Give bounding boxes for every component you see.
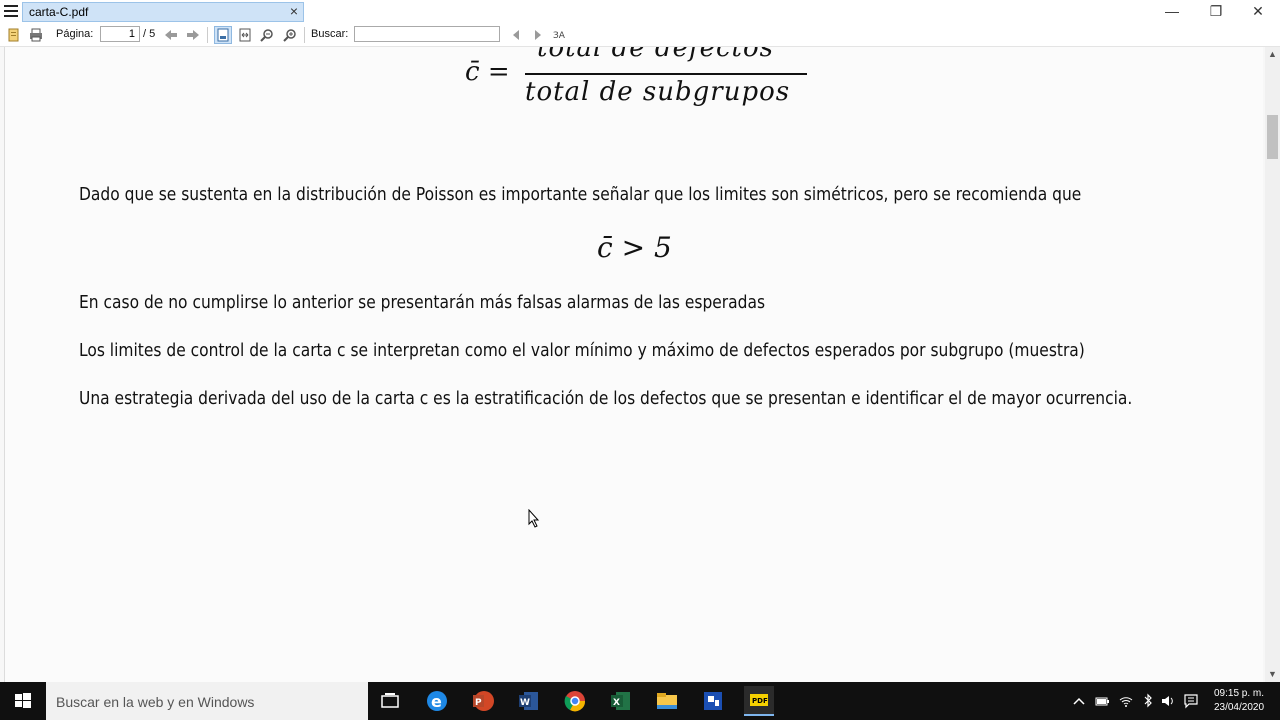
clock-date: 23/04/2020: [1213, 702, 1265, 713]
powerpoint-icon[interactable]: P: [468, 686, 498, 716]
document-icon[interactable]: [6, 27, 22, 43]
svg-text:e: e: [431, 692, 442, 711]
scroll-thumb[interactable]: [1267, 115, 1278, 159]
print-icon[interactable]: [28, 27, 44, 43]
pdf-reader-icon[interactable]: PDF: [744, 686, 774, 716]
svg-text:X: X: [613, 698, 620, 708]
excel-icon[interactable]: X: [606, 686, 636, 716]
fit-width-icon[interactable]: [237, 27, 253, 43]
document-tab[interactable]: carta-C.pdf ×: [22, 2, 304, 22]
page-total: / 5: [143, 28, 156, 40]
minimize-button[interactable]: —: [1150, 0, 1194, 22]
paragraph-strategy: Una estrategia derivada del uso de la ca…: [79, 388, 1133, 409]
system-clock[interactable]: 09:15 p. m. 23/04/2020: [1202, 687, 1276, 715]
search-label: Buscar:: [311, 28, 349, 40]
notification-icon[interactable]: [1183, 693, 1199, 709]
file-explorer-icon[interactable]: [652, 686, 682, 716]
vertical-scrollbar[interactable]: ▲ ▼: [1265, 47, 1280, 682]
svg-text:W: W: [520, 698, 530, 708]
clock-time: 09:15 p. m.: [1213, 688, 1265, 699]
wifi-icon[interactable]: [1118, 693, 1134, 709]
show-hidden-icon[interactable]: [1071, 693, 1087, 709]
svg-text:PDF: PDF: [752, 697, 768, 705]
paragraph-poisson: Dado que se sustenta en la distribución …: [79, 184, 1082, 205]
scroll-down-icon[interactable]: ▼: [1265, 667, 1280, 681]
scroll-up-icon[interactable]: ▲: [1265, 47, 1280, 61]
search-prev-icon[interactable]: [508, 27, 524, 43]
formula-lhs: c̄ =: [465, 57, 510, 87]
page-label: Página:: [56, 28, 94, 40]
tab-close-button[interactable]: ×: [290, 3, 298, 19]
next-page-icon[interactable]: [185, 27, 201, 43]
zoom-out-icon[interactable]: [259, 27, 275, 43]
fraction-bar: [525, 73, 807, 75]
search-next-icon[interactable]: [530, 27, 546, 43]
app-icon[interactable]: [698, 686, 728, 716]
svg-text:P: P: [475, 698, 482, 708]
formula-numerator: total de defectos: [537, 47, 774, 63]
volume-icon[interactable]: [1160, 693, 1176, 709]
word-icon[interactable]: W: [514, 686, 544, 716]
windows-start-icon[interactable]: [0, 682, 46, 720]
zoom-in-icon[interactable]: [282, 27, 298, 43]
text-options-icon[interactable]: ЗA: [552, 27, 568, 43]
previous-page-icon[interactable]: [163, 27, 179, 43]
edge-icon[interactable]: e: [422, 686, 452, 716]
fit-page-icon[interactable]: [214, 26, 232, 44]
document-viewer[interactable]: c̄ = total de defectos total de subgrupo…: [0, 47, 1265, 682]
svg-text:ЗA: ЗA: [553, 31, 566, 41]
close-button[interactable]: ✕: [1236, 0, 1280, 22]
taskbar-search-placeholder: Buscar en la web y en Windows: [56, 694, 255, 710]
page-number-input[interactable]: [100, 26, 140, 42]
pdf-page: c̄ = total de defectos total de subgrupo…: [4, 47, 1263, 682]
title-bar: carta-C.pdf × — ❐ ✕: [0, 0, 1280, 24]
paragraph-control-limits: Los limites de control de la carta c se …: [79, 340, 1085, 361]
tab-title: carta-C.pdf: [29, 5, 89, 19]
paragraph-false-alarms: En caso de no cumplirse lo anterior se p…: [79, 292, 766, 313]
mouse-cursor-icon: [528, 508, 540, 534]
taskbar-search-box[interactable]: Buscar en la web y en Windows: [46, 682, 368, 720]
bluetooth-icon[interactable]: [1140, 693, 1156, 709]
chrome-icon[interactable]: [560, 686, 590, 716]
task-view-icon[interactable]: [375, 686, 405, 716]
battery-icon[interactable]: [1094, 693, 1110, 709]
menu-icon[interactable]: [4, 5, 18, 19]
search-input[interactable]: [354, 26, 500, 42]
inequality-formula: c̄ > 5: [597, 231, 672, 264]
maximize-button[interactable]: ❐: [1194, 0, 1238, 22]
taskbar: Buscar en la web y en Windows e P W X PD…: [0, 682, 1280, 720]
formula-denominator: total de subgrupos: [525, 77, 791, 107]
toolbar: Página: / 5 Buscar: ЗA: [0, 24, 1280, 47]
